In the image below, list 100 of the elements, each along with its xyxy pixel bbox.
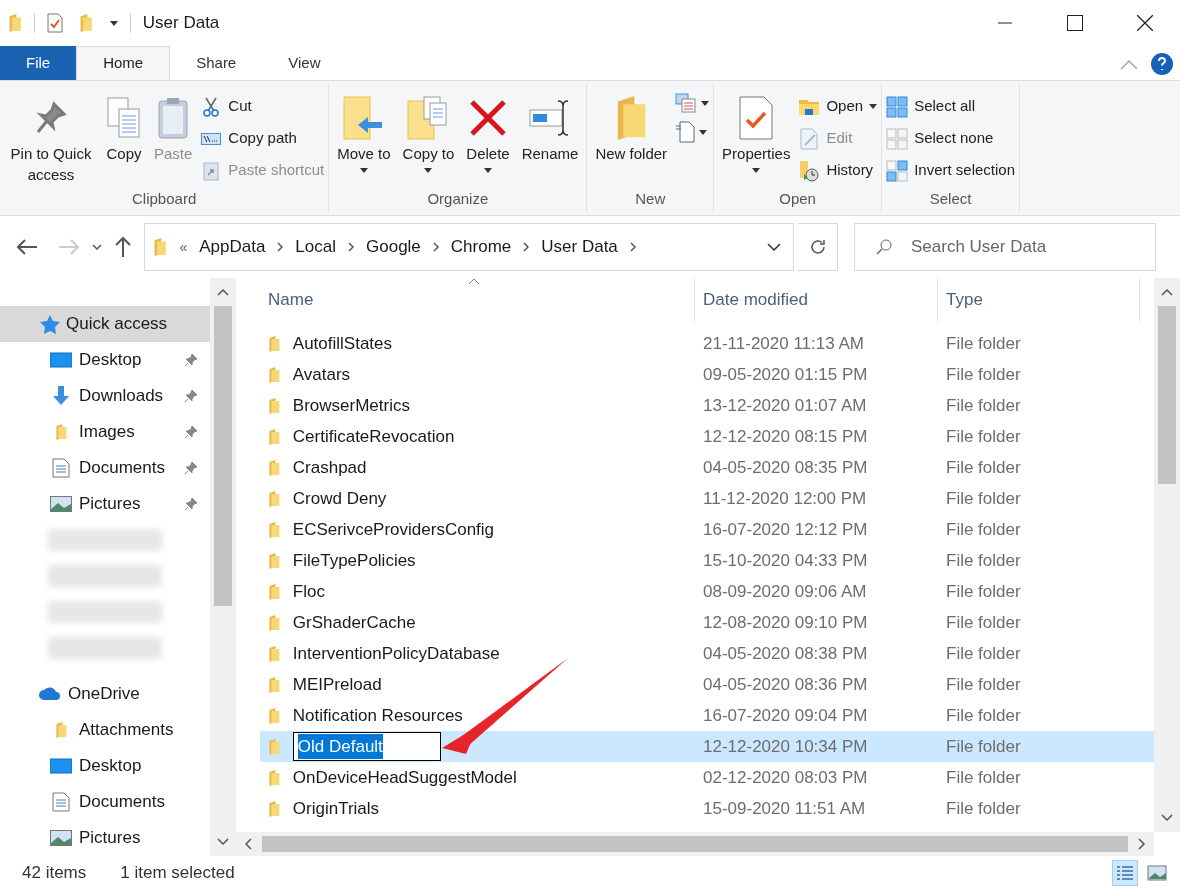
refresh-button[interactable] — [798, 223, 838, 271]
ribbon-button[interactable]: Select none — [886, 125, 1016, 152]
folder-icon — [268, 614, 281, 631]
nav-item[interactable]: Documents — [0, 784, 210, 820]
nav-item[interactable]: Attachments — [0, 712, 210, 748]
file-row[interactable]: Notification Resources 16-07-2020 09:04 PM File folder — [260, 700, 1154, 731]
file-row[interactable]: BrowserMetrics 13-12-2020 01:07 AM File folder — [260, 390, 1154, 421]
ribbon-tab[interactable]: Home — [76, 46, 171, 80]
date-cell-text: 08-09-2020 09:06 AM — [702, 580, 868, 603]
breadcrumb[interactable]: Google — [366, 234, 421, 260]
rename-field[interactable]: Old Default — [292, 732, 441, 761]
ribbon-button[interactable]: Move to — [333, 89, 395, 176]
ribbon-tab[interactable]: Share — [170, 46, 263, 80]
ribbon-button[interactable]: Pin to Quick access — [4, 89, 98, 185]
file-row[interactable]: MEIPreload 04-05-2020 08:36 PM File folder — [260, 669, 1154, 700]
file-row[interactable]: OriginTrials 15-09-2020 11:51 AM File folder — [260, 793, 1154, 824]
column-header[interactable]: Date modified — [695, 278, 938, 322]
chevron-right-icon[interactable] — [523, 242, 530, 252]
ribbon-button[interactable]: Copy to — [398, 89, 459, 176]
new-item-button[interactable] — [675, 121, 710, 143]
column-header[interactable]: Name — [260, 278, 695, 322]
ribbon-tab[interactable]: View — [262, 46, 347, 80]
overflow-chevron[interactable]: « — [179, 236, 188, 258]
breadcrumb[interactable]: Local — [295, 234, 336, 260]
scroll-left-icon[interactable] — [244, 838, 252, 850]
scroll-thumb[interactable] — [262, 836, 1128, 852]
ribbon-button[interactable]: New folder — [591, 89, 672, 164]
scroll-up-icon[interactable] — [217, 288, 229, 296]
ribbon-button[interactable]: Open — [798, 93, 878, 120]
ribbon-button[interactable]: Select all — [886, 93, 1016, 120]
ribbon-button[interactable]: Properties — [718, 89, 795, 176]
file-row[interactable]: Floc 08-09-2020 09:06 AM File folder — [260, 576, 1154, 607]
nav-item[interactable]: Desktop — [0, 748, 210, 784]
file-row[interactable]: Crowd Deny 11-12-2020 12:00 PM File folder — [260, 483, 1154, 514]
file-row[interactable]: ECSerivceProvidersConfig 16-07-2020 12:12 PM File folder — [260, 514, 1154, 545]
file-row[interactable]: Avatars 09-05-2020 01:15 PM File folder — [260, 359, 1154, 390]
column-header[interactable]: Type — [938, 278, 1140, 322]
scroll-right-icon[interactable] — [1138, 838, 1146, 850]
chevron-right-icon[interactable] — [432, 242, 439, 252]
scroll-down-icon[interactable] — [217, 838, 229, 846]
nav-item[interactable]: Quick access — [0, 306, 210, 342]
ribbon-group-label: Select — [928, 188, 973, 209]
nav-item[interactable]: Downloads — [0, 378, 210, 414]
ribbon-button[interactable]: Delete — [462, 89, 514, 176]
horizontal-scrollbar[interactable] — [236, 832, 1154, 856]
chevron-down-icon[interactable] — [767, 243, 781, 251]
details-list-icon — [1116, 865, 1134, 881]
file-row[interactable]: Old Default 12-12-2020 10:34 PM File folder — [260, 731, 1154, 762]
chevron-right-icon[interactable] — [348, 242, 354, 252]
details-view-button[interactable] — [1112, 860, 1138, 886]
date-cell-text: 12-08-2020 09:10 PM — [702, 611, 869, 634]
properties-icon[interactable] — [47, 13, 64, 33]
scrollbar[interactable] — [210, 278, 236, 856]
ribbon-button[interactable]: Rename — [517, 89, 583, 164]
type-cell-text: File folder — [945, 673, 1022, 696]
help-icon[interactable] — [1150, 52, 1174, 76]
search-field[interactable]: Search User Data — [854, 223, 1156, 271]
picture-icon — [1147, 865, 1167, 881]
folder-icon — [268, 428, 281, 445]
nav-item[interactable]: OneDrive — [0, 676, 210, 712]
chevron-right-icon[interactable] — [629, 242, 636, 252]
scroll-up-icon[interactable] — [1161, 288, 1173, 296]
nav-item[interactable]: Images — [0, 414, 210, 450]
ribbon-button[interactable]: Copy — [102, 89, 146, 164]
scroll-thumb[interactable] — [1158, 306, 1176, 484]
chevron-down-icon[interactable] — [92, 244, 102, 250]
folder-icon — [268, 366, 281, 383]
file-row[interactable]: OnDeviceHeadSuggestModel 02-12-2020 08:03 PM File folder — [260, 762, 1154, 793]
ribbon-tab[interactable]: File — [0, 46, 77, 80]
date-cell-text: 02-12-2020 08:03 PM — [702, 766, 869, 789]
file-row[interactable]: GrShaderCache 12-08-2020 09:10 PM File folder — [260, 607, 1154, 638]
file-name: BrowserMetrics — [292, 394, 410, 417]
file-row[interactable]: Crashpad 04-05-2020 08:35 PM File folder — [260, 452, 1154, 483]
breadcrumb[interactable]: User Data — [541, 234, 618, 260]
back-arrow-icon[interactable] — [16, 238, 38, 256]
scroll-thumb[interactable] — [214, 306, 232, 606]
scrollbar[interactable] — [1154, 278, 1180, 832]
date-cell-text: 09-05-2020 01:15 PM — [702, 363, 869, 386]
folder-icon — [268, 769, 281, 786]
address-bar[interactable]: « AppData Local Google Chrome User Data — [144, 223, 794, 271]
scroll-down-icon[interactable] — [1161, 814, 1173, 822]
ribbon-group-label: Open — [778, 188, 817, 209]
new-item-button[interactable] — [675, 93, 710, 113]
nav-item[interactable]: Pictures — [0, 820, 210, 856]
file-row[interactable]: InterventionPolicyDatabase 04-05-2020 08:38 PM File folder — [260, 638, 1154, 669]
chevron-right-icon[interactable] — [277, 242, 284, 252]
breadcrumb[interactable]: AppData — [199, 234, 266, 260]
nav-item[interactable]: Pictures — [0, 486, 210, 522]
nav-item[interactable]: Desktop — [0, 342, 210, 378]
ribbon-button[interactable]: Cut — [200, 93, 325, 120]
file-row[interactable]: FileTypePolicies 15-10-2020 04:33 PM File folder — [260, 545, 1154, 576]
nav-item[interactable]: Documents — [0, 450, 210, 486]
file-row[interactable]: CertificateRevocation 12-12-2020 08:15 PM File folder — [260, 421, 1154, 452]
ribbon-button[interactable]: Copy path — [200, 125, 325, 152]
ribbon-button[interactable]: History — [798, 157, 878, 184]
type-cell-text: File folder — [945, 735, 1022, 758]
breadcrumb[interactable]: Chrome — [450, 234, 512, 260]
file-row[interactable]: AutofillStates 21-11-2020 11:13 AM File folder — [260, 328, 1154, 359]
up-arrow-icon[interactable] — [114, 236, 132, 258]
ribbon-button[interactable]: Invert selection — [886, 157, 1016, 184]
